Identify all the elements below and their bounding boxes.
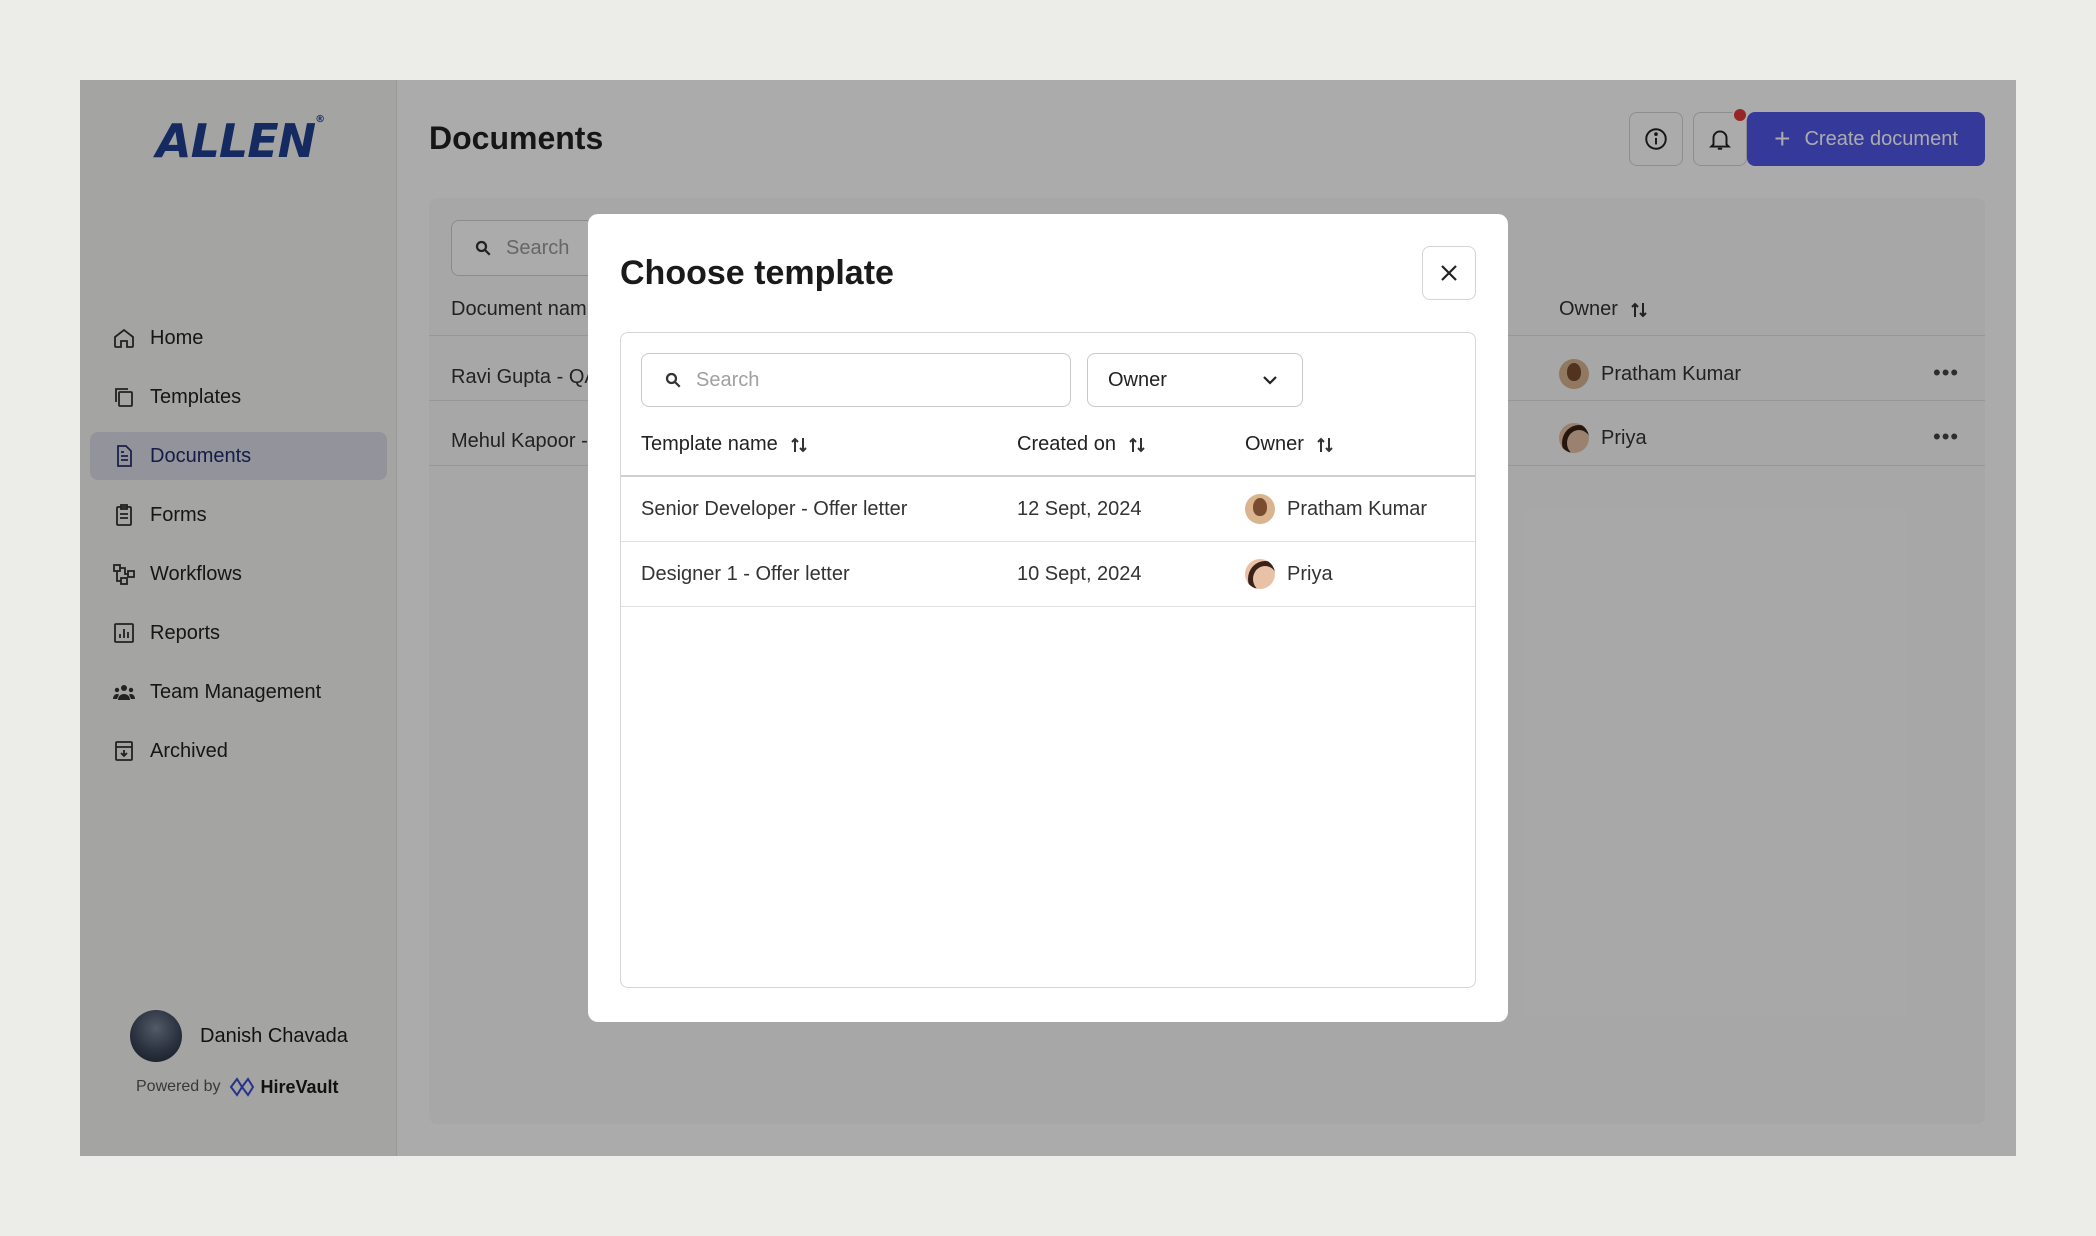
column-header-owner[interactable]: Owner (1245, 433, 1334, 456)
choose-template-modal: Choose template Owner Template name Crea… (588, 214, 1508, 1022)
notification-badge (1732, 107, 1748, 123)
home-icon (114, 328, 134, 348)
template-search[interactable] (641, 353, 1071, 407)
notifications-button[interactable] (1693, 107, 1748, 166)
created-on: 10 Sept, 2024 (1017, 562, 1142, 585)
sidebar-item-label: Forms (150, 503, 207, 526)
sort-icon (1129, 437, 1145, 452)
sidebar-item-templates[interactable]: Templates (90, 373, 387, 421)
sidebar-item-label: Archived (150, 739, 228, 762)
column-header-created-on[interactable]: Created on (1017, 433, 1146, 456)
info-icon (1645, 128, 1667, 150)
sidebar-item-label: Home (150, 326, 204, 349)
template-owner: Priya (1245, 542, 1333, 606)
sidebar-item-workflows[interactable]: Workflows (90, 550, 387, 598)
sidebar-item-label: Workflows (150, 562, 242, 585)
powered-by-label: Powered by (136, 1078, 221, 1095)
document-icon (117, 445, 132, 467)
column-header-owner[interactable]: Owner (1559, 298, 1648, 321)
document-row-name[interactable]: Mehul Kapoor - (451, 430, 588, 453)
sidebar-item-label: Templates (150, 385, 242, 408)
column-header-document-name[interactable]: Document nam (451, 298, 587, 321)
sidebar-nav: Home Templates Documents Forms Workflows… (90, 314, 387, 786)
template-owner: Pratham Kumar (1245, 477, 1427, 541)
sort-icon (1317, 437, 1333, 452)
search-icon (665, 372, 681, 388)
create-document-button[interactable]: + Create document (1747, 112, 1985, 166)
allen-logo: ALLEN® (156, 114, 325, 168)
archive-icon (115, 741, 133, 761)
create-document-label: Create document (1804, 127, 1958, 150)
table-row[interactable]: Senior Developer - Offer letter 12 Sept,… (621, 477, 1475, 541)
document-row-owner: Priya (1559, 423, 1647, 453)
templates-icon (115, 388, 133, 407)
avatar (130, 1010, 182, 1062)
document-row-name[interactable]: Ravi Gupta - QA (451, 366, 598, 389)
more-options-icon[interactable]: ••• (1933, 424, 1959, 450)
clipboard-icon (116, 504, 132, 526)
sort-icon (1631, 302, 1647, 317)
sidebar-item-archived[interactable]: Archived (90, 727, 387, 775)
template-search-input[interactable] (696, 368, 1056, 392)
modal-title: Choose template (620, 254, 894, 292)
owner-filter-dropdown[interactable]: Owner (1087, 353, 1303, 407)
created-on: 12 Sept, 2024 (1017, 497, 1142, 520)
sidebar-item-label: Reports (150, 621, 221, 644)
user-name: Danish Chavada (200, 1024, 348, 1047)
avatar (1559, 359, 1589, 389)
sidebar-item-label: Documents (150, 444, 252, 467)
plus-icon: + (1774, 123, 1791, 154)
sidebar-item-reports[interactable]: Reports (90, 609, 387, 657)
workflow-icon (113, 564, 135, 585)
info-button[interactable] (1629, 112, 1683, 166)
owner-filter-value: Owner (1108, 368, 1167, 391)
hirevault-logo-icon (229, 1077, 254, 1097)
sidebar-item-documents[interactable]: Documents (90, 432, 387, 480)
sidebar: ALLEN® Home Templates Documents Forms Wo… (80, 80, 397, 1156)
powered-by: Powered by HireVault (136, 1076, 339, 1098)
search-icon (475, 240, 491, 256)
close-icon (1441, 265, 1457, 281)
sort-icon (791, 437, 807, 452)
powered-by-brand: HireVault (260, 1076, 339, 1097)
documents-search-placeholder: Search (506, 236, 570, 259)
sidebar-item-team-management[interactable]: Team Management (90, 668, 387, 716)
table-row[interactable]: Designer 1 - Offer letter 10 Sept, 2024 … (621, 542, 1475, 606)
user-profile[interactable]: Danish Chavada (130, 1010, 348, 1062)
bell-icon (1708, 130, 1732, 150)
avatar (1245, 559, 1275, 589)
avatar (1559, 423, 1589, 453)
document-row-owner: Pratham Kumar (1559, 359, 1741, 389)
sidebar-item-label: Team Management (150, 680, 322, 703)
chevron-down-icon (1263, 376, 1277, 385)
chart-icon (114, 623, 134, 643)
template-table: Owner Template name Created on Owner Sen… (620, 332, 1476, 988)
more-options-icon[interactable]: ••• (1933, 360, 1959, 386)
avatar (1245, 494, 1275, 524)
sidebar-item-forms[interactable]: Forms (90, 491, 387, 539)
template-name: Senior Developer - Offer letter (641, 497, 908, 520)
team-icon (113, 685, 135, 700)
column-header-template-name[interactable]: Template name (641, 433, 808, 456)
sidebar-item-home[interactable]: Home (90, 314, 387, 362)
template-name: Designer 1 - Offer letter (641, 562, 850, 585)
page-title: Documents (429, 120, 604, 156)
close-button[interactable] (1422, 246, 1476, 300)
divider (621, 606, 1475, 607)
